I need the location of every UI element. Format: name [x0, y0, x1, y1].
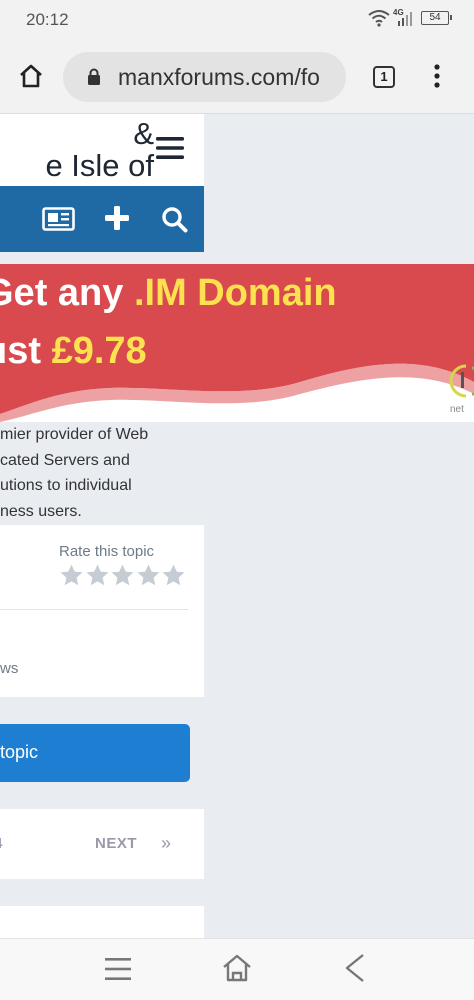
plus-icon[interactable] [104, 205, 130, 231]
reply-button-label: topic [0, 742, 39, 762]
next-page-link[interactable]: NEXT [95, 835, 137, 852]
divider [0, 609, 188, 610]
star-icon[interactable] [136, 563, 161, 588]
ad-headline-highlight: .IM Domain [133, 272, 337, 314]
status-time: 20:12 [26, 10, 69, 29]
more-options-icon[interactable] [433, 64, 441, 88]
hamburger-menu-icon[interactable] [156, 136, 184, 160]
advertiser-logo-text: net [450, 404, 464, 415]
wifi-icon [368, 10, 390, 27]
ad-headline-prefix: Get any [0, 272, 124, 314]
double-chevron-right-icon[interactable]: » [161, 833, 171, 854]
site-header: & e Isle of [0, 114, 204, 186]
page-number[interactable]: 4 [0, 835, 2, 852]
battery-icon: 54 [421, 11, 452, 25]
site-title[interactable]: & e Isle of [0, 118, 154, 182]
ad-description: mier provider of Web cated Servers and u… [0, 422, 204, 524]
status-bar: 20:12 4G 54 [0, 0, 474, 40]
home-icon[interactable] [18, 63, 44, 89]
system-nav-bar [0, 938, 474, 1000]
star-rating[interactable] [59, 563, 187, 593]
ad-description-line: cated Servers and [0, 451, 130, 469]
star-icon[interactable] [110, 563, 135, 588]
topic-info-card: Rate this topic ws [0, 525, 204, 697]
reply-to-topic-button[interactable]: topic [0, 724, 190, 782]
star-icon[interactable] [59, 563, 84, 588]
site-navbar [0, 186, 204, 252]
address-bar[interactable]: manxforums.com/fo [63, 52, 346, 102]
star-icon[interactable] [85, 563, 110, 588]
advertiser-logo-icon [449, 364, 474, 398]
ad-headline: Get any .IM Domain [0, 272, 337, 315]
ad-description-line: mier provider of Web [0, 426, 149, 443]
views-label: ws [0, 660, 19, 677]
ad-price: ust £9.78 [0, 330, 147, 373]
ad-banner[interactable]: Get any .IM Domain ust £9.78 net [0, 264, 474, 422]
back-icon[interactable] [343, 953, 367, 983]
rate-topic-label: Rate this topic [59, 543, 155, 560]
star-icon[interactable] [161, 563, 186, 588]
pagination: 4 NEXT » [0, 809, 204, 879]
search-icon[interactable] [161, 206, 188, 233]
url-text: manxforums.com/fo [118, 64, 320, 90]
signal-icon [398, 12, 412, 26]
ad-description-line: utions to individual [0, 477, 132, 494]
recent-apps-icon[interactable] [104, 956, 132, 982]
system-home-icon[interactable] [221, 953, 253, 983]
ad-description-line: ness users. [0, 502, 82, 520]
tab-switcher-button[interactable]: 1 [373, 66, 395, 88]
ad-price-highlight: £9.78 [51, 330, 147, 372]
ad-price-prefix: ust [0, 330, 41, 372]
lock-icon [88, 68, 100, 85]
browser-toolbar: manxforums.com/fo 1 [0, 40, 474, 114]
newspaper-icon[interactable] [42, 207, 75, 231]
